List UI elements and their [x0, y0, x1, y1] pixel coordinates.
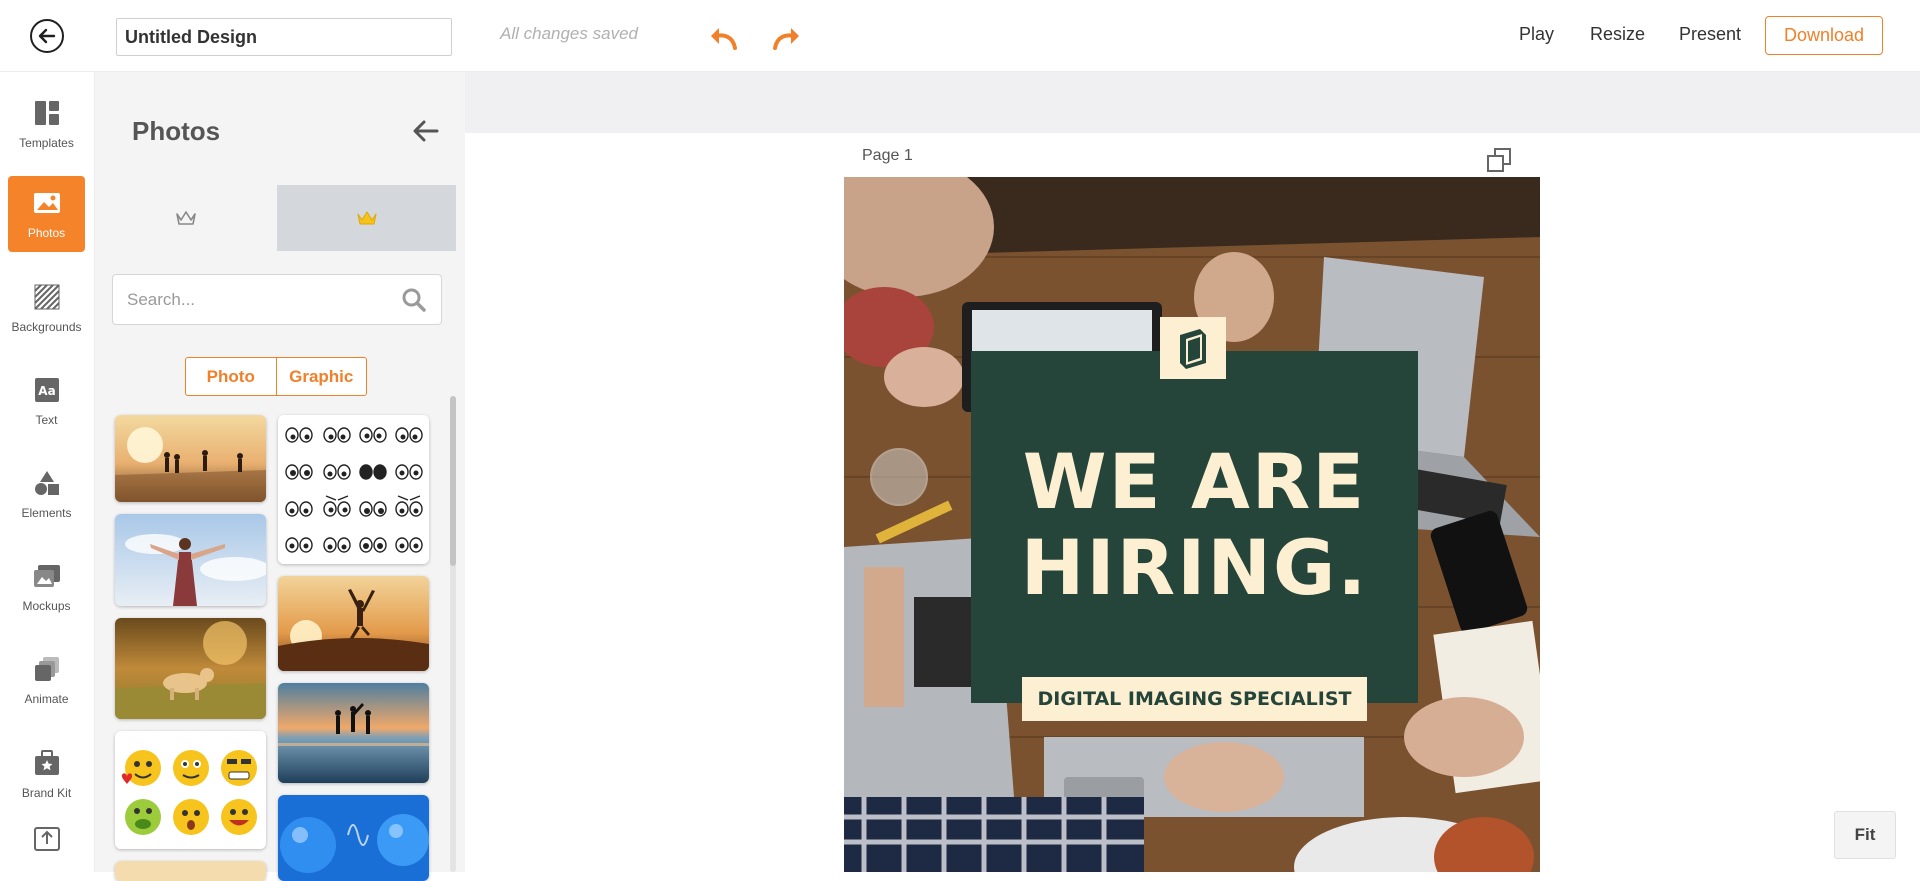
thumbnail-friends-beach-sunset[interactable] [278, 683, 429, 783]
present-button[interactable]: Present [1679, 24, 1741, 45]
mockups-icon [32, 561, 62, 591]
redo-button[interactable] [771, 22, 803, 52]
thumbnail-partial[interactable] [115, 861, 266, 881]
headline-line-1: WE ARE [1022, 437, 1367, 526]
filter-photo-button[interactable]: Photo [186, 358, 276, 395]
download-button[interactable]: Download [1765, 16, 1883, 55]
undo-button[interactable] [707, 22, 739, 52]
save-status: All changes saved [500, 24, 638, 43]
text-icon: Aa [32, 375, 62, 405]
fit-zoom-button[interactable]: Fit [1834, 811, 1896, 859]
rail-label: Templates [19, 136, 74, 150]
rail-item-animate[interactable]: Animate [8, 642, 85, 718]
company-logo-tile[interactable] [1160, 317, 1226, 379]
thumbnail-woman-jumping-sunset[interactable] [278, 576, 429, 671]
rail-item-brand-kit[interactable]: Brand Kit [8, 736, 85, 812]
arrow-left-icon [413, 120, 439, 142]
resize-button[interactable]: Resize [1590, 24, 1645, 45]
search-box [112, 274, 442, 325]
rail-item-elements[interactable]: Elements [8, 456, 85, 532]
tab-free[interactable] [95, 185, 277, 251]
upload-icon [32, 823, 62, 853]
duplicate-icon [1487, 148, 1511, 172]
rail-label: Brand Kit [21, 786, 72, 800]
svg-text:Aa: Aa [38, 384, 55, 398]
redo-icon [773, 28, 799, 50]
rail-item-upload[interactable] [8, 812, 85, 872]
tab-premium[interactable] [277, 185, 456, 251]
rail-item-templates[interactable]: Templates [8, 86, 85, 162]
rail-item-photos[interactable]: Photos [8, 176, 85, 252]
workspace-toolbar-strip [465, 72, 1920, 133]
shapes-icon [32, 468, 62, 498]
search-icon[interactable] [401, 287, 427, 313]
play-button[interactable]: Play [1519, 24, 1554, 45]
back-button[interactable] [30, 19, 64, 53]
undo-icon [711, 28, 737, 50]
backgrounds-icon [32, 282, 62, 312]
brand-kit-icon [32, 748, 62, 778]
arrow-left-icon [38, 28, 56, 44]
canvas-workspace: Page 1 WE ARE HIRING. DIGITAL IMAGING SP… [465, 72, 1920, 872]
headline-line-2: HIRING. [1020, 523, 1369, 612]
design-title-input[interactable] [116, 18, 452, 56]
page-label: Page 1 [862, 147, 913, 164]
rail-item-mockups[interactable]: Mockups [8, 549, 85, 625]
photos-panel: Photos Photo Graphic [95, 72, 465, 881]
panel-scrollbar-thumb[interactable] [450, 396, 456, 566]
book-logo-icon [1180, 329, 1206, 369]
design-canvas[interactable]: WE ARE HIRING. DIGITAL IMAGING SPECIALIS… [844, 177, 1540, 872]
panel-tabs [95, 185, 456, 251]
photo-graphic-toggle: Photo Graphic [185, 357, 367, 396]
collapse-panel-button[interactable] [411, 116, 441, 146]
thumbnail-emoji-faces[interactable] [115, 731, 266, 849]
crown-filled-icon [357, 211, 376, 225]
thumbnail-blue-balloons[interactable] [278, 795, 429, 881]
templates-icon [32, 98, 62, 128]
rail-label: Mockups [22, 599, 71, 613]
thumbnail-people-running-sunset[interactable] [115, 415, 266, 502]
left-toolbar: Templates Photos Backgrounds Aa Text Ele… [0, 72, 95, 872]
job-title-tag[interactable]: DIGITAL IMAGING SPECIALIST [1022, 677, 1367, 721]
animate-icon [32, 654, 62, 684]
rail-item-backgrounds[interactable]: Backgrounds [8, 270, 85, 346]
crown-outline-icon [176, 211, 196, 225]
photo-icon [32, 188, 62, 218]
headline-text[interactable]: WE ARE HIRING. [971, 439, 1418, 611]
search-input[interactable] [127, 275, 397, 324]
rail-item-text[interactable]: Aa Text [8, 363, 85, 439]
rail-label: Elements [21, 506, 72, 520]
panel-title: Photos [132, 116, 221, 146]
thumbnail-dog-running-field[interactable] [115, 618, 266, 719]
rail-label: Backgrounds [11, 320, 82, 334]
filter-graphic-button[interactable]: Graphic [275, 358, 367, 395]
rail-label: Text [35, 413, 58, 427]
rail-label: Animate [24, 692, 69, 706]
thumbnail-cartoon-eyes-grid[interactable] [278, 415, 429, 564]
rail-label: Photos [27, 226, 66, 240]
top-bar: All changes saved Play Resize Present Do… [0, 0, 1920, 72]
duplicate-page-button[interactable] [1486, 147, 1512, 173]
thumbnail-woman-arms-open-sky[interactable] [115, 514, 266, 606]
